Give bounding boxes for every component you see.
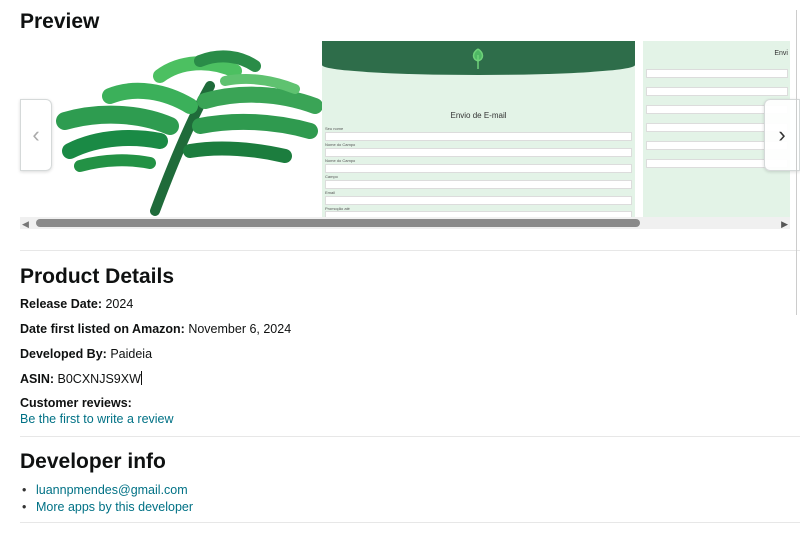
developer-row: Developed By: Paideia [20,347,152,361]
screenshot-strip: Envio de E-mail Seu nome Nome do Campo N… [20,41,790,217]
scroll-right-arrow-icon[interactable]: ▶ [781,219,788,230]
carousel-next-button[interactable]: › [764,99,800,171]
form-label: Email [325,190,336,195]
listed-date-label: Date first listed on Amazon: [20,322,185,336]
divider [20,522,800,523]
screenshot-email-form[interactable]: Envio de E-mail Seu nome Nome do Campo N… [322,41,635,217]
form-field [646,69,788,78]
chevron-right-icon: › [778,122,786,147]
developer-links-list: luannpmendes@gmail.com More apps by this… [20,482,193,516]
tree-logo-image [56,50,323,216]
list-item: More apps by this developer [20,499,193,516]
release-date-row: Release Date: 2024 [20,297,133,311]
carousel-scrollbar[interactable]: ◀ ▶ [20,217,790,229]
list-item: luannpmendes@gmail.com [20,482,193,499]
write-review-link[interactable]: Be the first to write a review [20,412,174,426]
form-field [646,87,788,96]
developer-label: Developed By: [20,347,107,361]
form-field [325,180,632,189]
listed-date-row: Date first listed on Amazon: November 6,… [20,322,291,336]
form-label: Campo [325,174,338,179]
release-date-label: Release Date: [20,297,102,311]
right-panel-edge [796,10,800,315]
preview-heading: Preview [20,10,100,33]
form-label: Seu nome [325,126,344,131]
customer-reviews-row: Customer reviews: [20,396,132,410]
developer-value: Paideia [110,347,153,361]
divider [20,436,800,437]
product-details-heading: Product Details [20,265,175,288]
chevron-left-icon: ‹ [32,122,40,147]
scroll-left-arrow-icon[interactable]: ◀ [22,219,29,230]
screenshot-logo[interactable] [40,41,325,217]
release-date-value: 2024 [105,297,134,311]
form-field [325,148,632,157]
form-field [325,164,632,173]
form-label: Nome do Campo [325,142,356,147]
customer-reviews-label: Customer reviews: [20,396,132,410]
form-title: Envi [774,50,788,57]
text-cursor [140,371,142,385]
asin-row: ASIN: B0CXNJS9XW [20,371,142,386]
divider [20,250,800,251]
developer-info-heading: Developer info [20,450,166,473]
asin-label: ASIN: [20,372,55,386]
scrollbar-thumb[interactable] [36,219,640,227]
form-field [325,132,632,141]
screenshot-carousel[interactable]: Envio de E-mail Seu nome Nome do Campo N… [20,41,800,229]
more-apps-link[interactable]: More apps by this developer [36,500,193,514]
form-field [325,196,632,205]
form-label: Nome do Campo [325,158,356,163]
leaf-icon [472,48,484,69]
carousel-prev-button[interactable]: ‹ [20,99,52,171]
asin-value[interactable]: B0CXNJS9XW [58,372,141,386]
form-title: Envio de E-mail [450,111,507,120]
listed-date-value: November 6, 2024 [188,322,292,336]
developer-email-link[interactable]: luannpmendes@gmail.com [36,483,188,497]
